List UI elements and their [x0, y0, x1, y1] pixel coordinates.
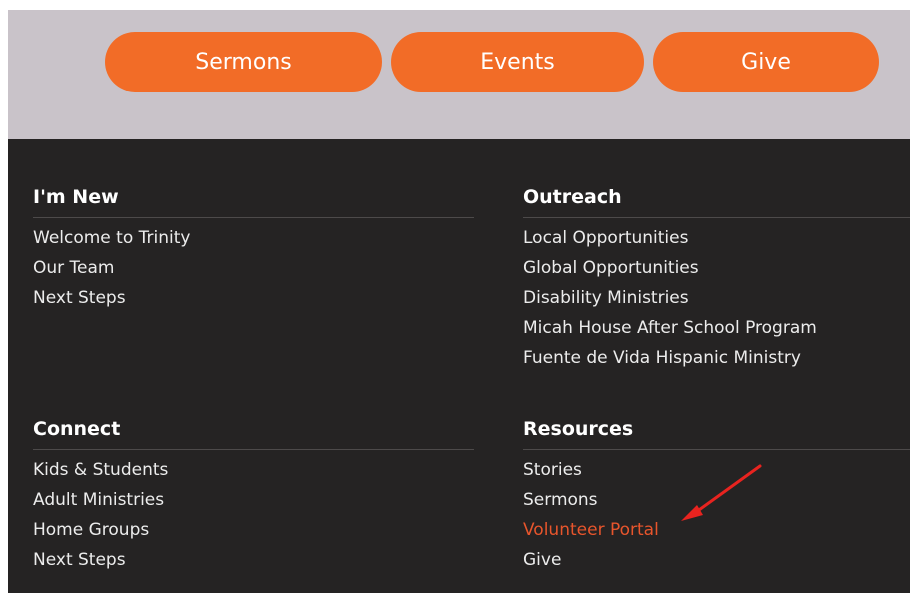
- footer-link-sermons[interactable]: Sermons: [523, 485, 910, 515]
- link-list: Kids & Students Adult Ministries Home Gr…: [33, 450, 474, 575]
- footer-link-micah-house[interactable]: Micah House After School Program: [523, 313, 910, 343]
- sermons-button[interactable]: Sermons: [105, 32, 382, 92]
- section-heading: Resources: [523, 417, 910, 450]
- footer-link-volunteer-portal[interactable]: Volunteer Portal: [523, 515, 910, 545]
- footer-link-stories[interactable]: Stories: [523, 455, 910, 485]
- section-heading: Outreach: [523, 185, 910, 218]
- footer-link-adult-ministries[interactable]: Adult Ministries: [33, 485, 474, 515]
- footer-link-disability-ministries[interactable]: Disability Ministries: [523, 283, 910, 313]
- footer-link-next-steps-connect[interactable]: Next Steps: [33, 545, 474, 575]
- footer-section-im-new: I'm New Welcome to Trinity Our Team Next…: [33, 185, 474, 313]
- footer-link-fuente-de-vida[interactable]: Fuente de Vida Hispanic Ministry: [523, 343, 910, 373]
- footer-link-next-steps[interactable]: Next Steps: [33, 283, 474, 313]
- footer-section-outreach: Outreach Local Opportunities Global Oppo…: [523, 185, 910, 373]
- footer-link-our-team[interactable]: Our Team: [33, 253, 474, 283]
- events-button[interactable]: Events: [391, 32, 644, 92]
- give-button[interactable]: Give: [653, 32, 879, 92]
- footer-link-welcome-to-trinity[interactable]: Welcome to Trinity: [33, 223, 474, 253]
- footer-link-global-opportunities[interactable]: Global Opportunities: [523, 253, 910, 283]
- footer-section-connect: Connect Kids & Students Adult Ministries…: [33, 417, 474, 575]
- footer-link-local-opportunities[interactable]: Local Opportunities: [523, 223, 910, 253]
- section-heading: Connect: [33, 417, 474, 450]
- section-heading: I'm New: [33, 185, 474, 218]
- footer-link-give[interactable]: Give: [523, 545, 910, 575]
- link-list: Stories Sermons Volunteer Portal Give: [523, 450, 910, 575]
- footer-section-resources: Resources Stories Sermons Volunteer Port…: [523, 417, 910, 575]
- link-list: Welcome to Trinity Our Team Next Steps: [33, 218, 474, 313]
- footer-link-home-groups[interactable]: Home Groups: [33, 515, 474, 545]
- footer-link-kids-students[interactable]: Kids & Students: [33, 455, 474, 485]
- top-nav-band: Sermons Events Give: [8, 10, 910, 139]
- link-list: Local Opportunities Global Opportunities…: [523, 218, 910, 373]
- site-footer: I'm New Welcome to Trinity Our Team Next…: [8, 139, 910, 593]
- cropped-header-text: [0, 0, 910, 10]
